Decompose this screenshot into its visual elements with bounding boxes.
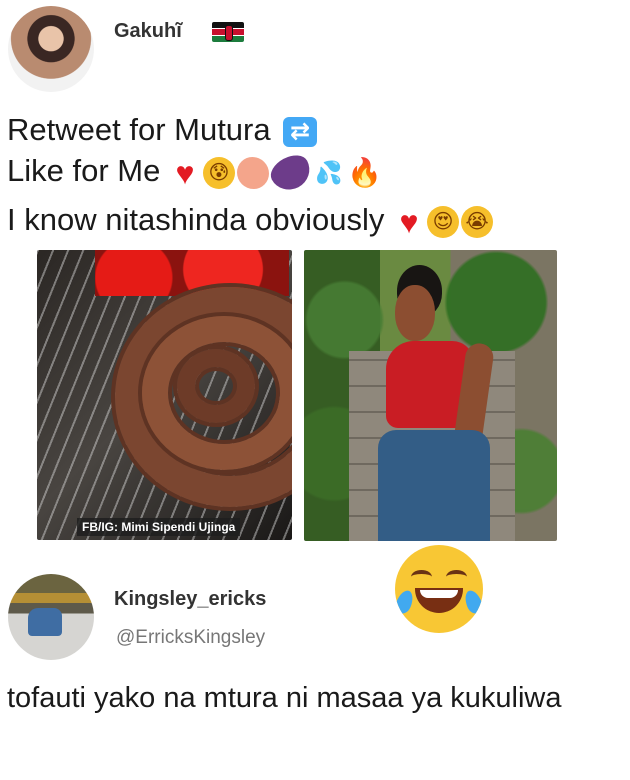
- retweet-icon: ⇄: [283, 116, 318, 147]
- jeans-graphic: [378, 430, 490, 541]
- red-peppers-graphic: [95, 250, 289, 296]
- post-author-avatar[interactable]: [8, 6, 94, 92]
- laughing-with-tears-icon: [395, 545, 483, 633]
- red-heart-icon: ♥: [175, 154, 195, 191]
- sweat-droplets-icon: 💦: [315, 159, 343, 185]
- post-author-name[interactable]: Gakuhĩ: [114, 20, 182, 43]
- fire-icon: 🔥: [346, 156, 382, 188]
- reply-author-avatar[interactable]: [8, 574, 94, 660]
- post-line-win-text: I know nitashinda obviously: [7, 202, 385, 237]
- laughing-eye-right: [446, 570, 467, 584]
- laughing-tear-left: [395, 588, 416, 616]
- peach-icon: [236, 156, 269, 189]
- post-line-like-text: Like for Me: [7, 153, 161, 188]
- reply-author-name[interactable]: Kingsley_ericks: [114, 588, 266, 611]
- reply-text: tofauti yako na mtura ni masaa ya kukuli…: [7, 682, 562, 714]
- crying-face-icon: 😭: [461, 205, 494, 238]
- flag-shield-icon: [225, 25, 233, 41]
- avatar-shade: [28, 608, 62, 636]
- eggplant-icon: [265, 149, 317, 197]
- post-line-win-emojis: ♥ 😍 😭: [393, 203, 494, 240]
- post-line-like: Like for Me ♥ 😰 💦 🔥: [7, 149, 382, 197]
- reply-author-handle[interactable]: @ErricksKingsley: [116, 627, 265, 649]
- heart-eyes-face-icon: 😍: [427, 205, 460, 238]
- red-heart-icon: ♥: [399, 203, 419, 240]
- kenya-flag-icon: [212, 22, 244, 42]
- post-line-retweet-text: Retweet for Mutura: [7, 112, 271, 147]
- woman-face-graphic: [395, 285, 435, 341]
- fearful-face-icon: 😰: [202, 156, 235, 189]
- laughing-eye-left: [411, 570, 432, 584]
- post-line-win: I know nitashinda obviously ♥ 😍 😭: [7, 202, 494, 240]
- laughing-tear-right: [462, 588, 483, 616]
- sausage-coil-center: [177, 349, 255, 423]
- post-line-like-emojis: ♥ 😰 💦 🔥: [169, 149, 382, 197]
- woman-photo[interactable]: [304, 250, 557, 541]
- post-line-retweet: Retweet for Mutura ⇄: [7, 112, 318, 148]
- mutura-sausage-photo[interactable]: FB/IG: Mimi Sipendi Ujinga: [37, 250, 292, 540]
- image-watermark: FB/IG: Mimi Sipendi Ujinga: [77, 518, 241, 536]
